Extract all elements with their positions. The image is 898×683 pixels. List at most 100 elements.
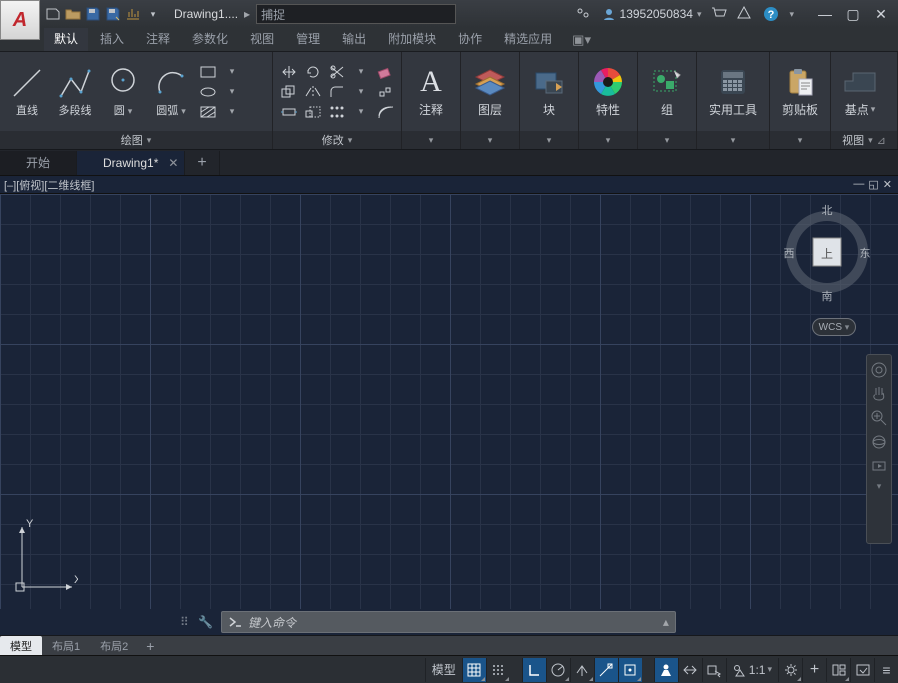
tool-explode[interactable] xyxy=(375,83,395,101)
tool-move[interactable] xyxy=(279,63,299,81)
status-transparency-icon[interactable] xyxy=(678,658,702,682)
ribbon-tab-manage[interactable]: 管理 xyxy=(286,26,330,51)
wcs-badge[interactable]: WCS ▾ xyxy=(812,318,856,336)
nav-pan-icon[interactable] xyxy=(870,385,888,403)
tool-insert-block[interactable]: 块 xyxy=(526,63,572,120)
panel-block-footer[interactable]: ▾ xyxy=(520,131,578,149)
tool-stretch[interactable] xyxy=(279,103,299,121)
status-lineweight-icon[interactable] xyxy=(654,658,678,682)
status-snap-icon[interactable] xyxy=(486,658,510,682)
viewport-controls[interactable]: [–][俯视][二维线框] xyxy=(4,177,94,193)
ribbon-tab-default[interactable]: 默认 xyxy=(44,26,88,51)
ribbon-tab-output[interactable]: 输出 xyxy=(332,26,376,51)
tab-layout1[interactable]: 布局1 xyxy=(42,636,90,656)
tool-fillet[interactable] xyxy=(327,83,347,101)
tool-polyline[interactable]: 多段线 xyxy=(54,64,96,120)
nav-orbit-icon[interactable] xyxy=(870,433,888,451)
tool-rotate[interactable] xyxy=(303,63,323,81)
status-add-icon[interactable]: + xyxy=(802,658,826,682)
status-isodraft-icon[interactable] xyxy=(570,658,594,682)
navigation-bar[interactable]: ▾ xyxy=(866,354,892,544)
tool-utility[interactable]: 实用工具 xyxy=(703,63,763,120)
tool-text[interactable]: A 注释 xyxy=(408,63,454,120)
save-as-icon[interactable] xyxy=(104,5,122,23)
nav-fullnav-icon[interactable] xyxy=(870,361,888,379)
vp-close-icon[interactable]: ✕ xyxy=(883,178,892,191)
panel-view-footer[interactable]: 视图▾ ⊿ xyxy=(831,131,897,149)
status-osnap-icon[interactable] xyxy=(618,658,642,682)
tool-ellipse[interactable] xyxy=(198,83,218,101)
panel-annotate-footer[interactable]: ▾ xyxy=(402,131,460,149)
app-store-icon[interactable] xyxy=(737,6,753,22)
ribbon-expand-icon[interactable]: ▣▾ xyxy=(572,32,591,48)
save-icon[interactable] xyxy=(84,5,102,23)
status-ortho-icon[interactable] xyxy=(522,658,546,682)
cmd-drag-handle[interactable]: ⠿ xyxy=(180,615,190,629)
status-annoscale[interactable]: 1:1▾ xyxy=(726,658,778,682)
panel-layer-footer[interactable]: ▾ xyxy=(461,131,519,149)
tool-scale[interactable] xyxy=(303,103,323,121)
status-grid-icon[interactable] xyxy=(462,658,486,682)
tool-layer-properties[interactable]: 图层 xyxy=(467,63,513,120)
status-osnap-track-icon[interactable] xyxy=(594,658,618,682)
tool-basepoint[interactable]: 基点 ▾ xyxy=(837,63,883,120)
panel-group-footer[interactable]: ▾ xyxy=(638,131,696,149)
ribbon-tab-parametric[interactable]: 参数化 xyxy=(182,26,238,51)
connectivity-icon[interactable] xyxy=(576,6,592,22)
tab-layout2[interactable]: 布局2 xyxy=(90,636,138,656)
ribbon-tab-annotate[interactable]: 注释 xyxy=(136,26,180,51)
command-input[interactable]: 键入命令 ▴ xyxy=(221,611,676,633)
ribbon-tab-addin[interactable]: 附加模块 xyxy=(378,26,446,51)
panel-modify-footer[interactable]: 修改▾ xyxy=(273,131,401,149)
status-model-button[interactable]: 模型 xyxy=(425,658,462,682)
tool-paste[interactable]: 剪贴板 xyxy=(776,63,824,120)
tool-erase[interactable] xyxy=(375,63,395,81)
status-polar-icon[interactable] xyxy=(546,658,570,682)
tool-hatch[interactable] xyxy=(198,103,218,121)
view-cube[interactable]: 上 北 东 南 西 xyxy=(782,202,872,312)
tool-offset[interactable] xyxy=(375,103,395,121)
file-tab-drawing1[interactable]: Drawing1*✕ xyxy=(77,151,185,175)
vp-minimize-icon[interactable]: — xyxy=(853,178,864,191)
cmd-history-icon[interactable]: ▴ xyxy=(663,615,669,629)
cart-icon[interactable] xyxy=(711,6,727,22)
file-tab-start[interactable]: 开始 xyxy=(0,151,77,175)
new-tab-button[interactable]: + xyxy=(185,151,219,175)
qat-dropdown-icon[interactable]: ▾ xyxy=(144,5,162,23)
open-file-icon[interactable] xyxy=(64,5,82,23)
share-icon[interactable]: ▸ xyxy=(244,7,250,21)
panel-draw-footer[interactable]: 绘图▾ xyxy=(0,131,272,149)
panel-utility-footer[interactable]: ▾ xyxy=(697,131,769,149)
tool-copy[interactable] xyxy=(279,83,299,101)
drawing-canvas[interactable]: X Y 上 北 东 南 西 WCS ▾ ▾ xyxy=(0,194,898,609)
status-selection-icon[interactable] xyxy=(702,658,726,682)
tool-properties[interactable]: 特性 xyxy=(585,63,631,120)
tool-array[interactable] xyxy=(327,103,347,121)
tool-rectangle-drop[interactable]: ▾ xyxy=(222,63,242,81)
tool-mirror[interactable] xyxy=(303,83,323,101)
panel-props-footer[interactable]: ▾ xyxy=(579,131,637,149)
ribbon-tab-collab[interactable]: 协作 xyxy=(448,26,492,51)
tool-rectangle[interactable] xyxy=(198,63,218,81)
maximize-button[interactable]: ▢ xyxy=(842,6,864,22)
nav-dropdown-icon[interactable]: ▾ xyxy=(870,481,888,499)
tool-arc[interactable]: 圆弧 ▾ xyxy=(150,64,192,120)
status-gear-icon[interactable] xyxy=(778,658,802,682)
vp-restore-icon[interactable]: ◱ xyxy=(868,178,878,191)
user-profile[interactable]: 13952050834 ▾ xyxy=(602,7,702,21)
tool-group[interactable]: 组 xyxy=(644,63,690,120)
tool-ellipse-drop[interactable]: ▾ xyxy=(222,83,242,101)
panel-clipboard-footer[interactable]: ▾ xyxy=(770,131,830,149)
plot-icon[interactable] xyxy=(124,5,142,23)
status-customize-icon[interactable] xyxy=(850,658,874,682)
search-input[interactable]: 捕捉 xyxy=(256,4,456,24)
status-cleanscreen-icon[interactable] xyxy=(826,658,850,682)
help-dropdown-icon[interactable]: ▾ xyxy=(789,9,794,20)
add-layout-button[interactable]: + xyxy=(138,636,162,656)
tool-hatch-drop[interactable]: ▾ xyxy=(222,103,242,121)
new-file-icon[interactable] xyxy=(44,5,62,23)
close-tab-icon[interactable]: ✕ xyxy=(168,156,178,170)
ribbon-tab-view[interactable]: 视图 xyxy=(240,26,284,51)
tab-model[interactable]: 模型 xyxy=(0,636,42,656)
nav-zoom-icon[interactable] xyxy=(870,409,888,427)
